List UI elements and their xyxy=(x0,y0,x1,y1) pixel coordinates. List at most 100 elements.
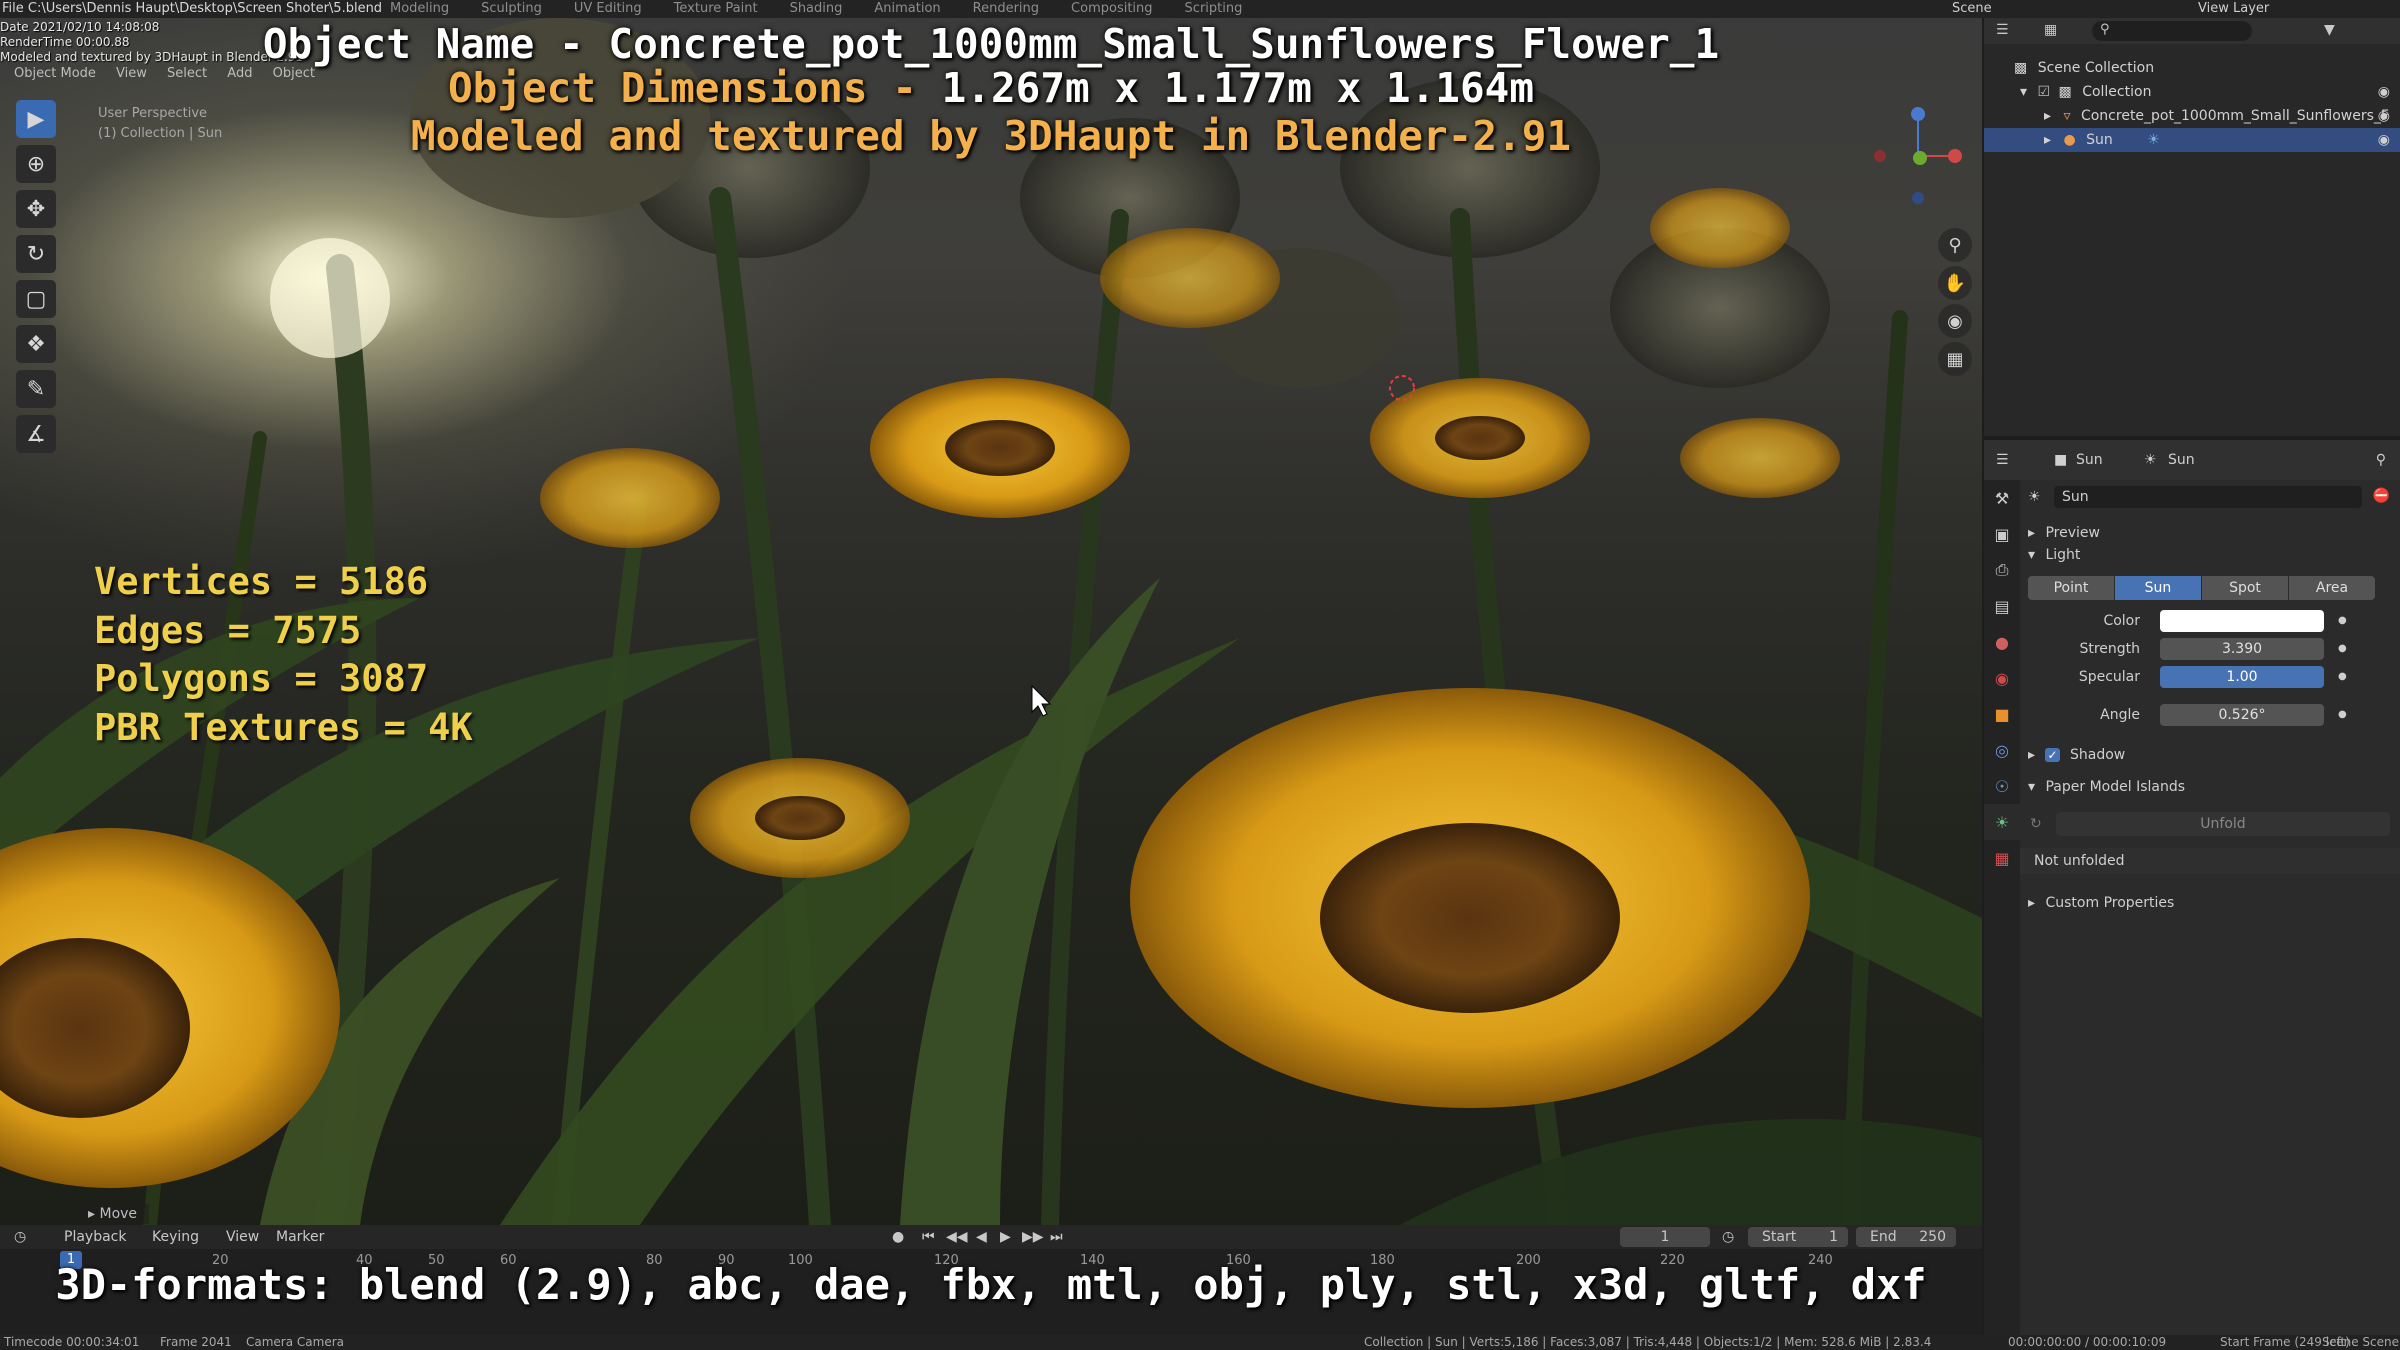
output-tab-icon[interactable]: ⎙ xyxy=(1984,552,2020,588)
datablock-name-field[interactable]: Sun xyxy=(2054,486,2362,508)
expand-chevron-icon[interactable]: ▾ xyxy=(2020,84,2027,100)
ortho-grid-icon[interactable]: ▦ xyxy=(1938,342,1972,376)
camera-view-icon[interactable]: ◉ xyxy=(1938,304,1972,338)
zoom-icon[interactable]: ⚲ xyxy=(1938,228,1972,262)
jump-end-icon[interactable]: ⏭ xyxy=(1050,1225,1063,1249)
physics-tab-icon[interactable]: ◎ xyxy=(1984,732,2020,768)
tab-scripting[interactable]: Scripting xyxy=(1185,1,1243,16)
tab-compositing[interactable]: Compositing xyxy=(1071,1,1153,16)
filter-icon[interactable]: ▼ xyxy=(2324,22,2335,38)
checkbox-icon[interactable]: ☑ xyxy=(2037,84,2050,100)
scene-selector[interactable]: Scene xyxy=(1952,0,1992,18)
annotate-tool-icon[interactable]: ✎ xyxy=(16,370,56,408)
sun-icon: ☀ xyxy=(2144,452,2157,468)
panel-custom-properties[interactable]: ▸ Custom Properties xyxy=(2020,892,2400,914)
unfold-button[interactable]: Unfold xyxy=(2056,812,2390,836)
collapsed-chevron-icon: ▸ xyxy=(2028,747,2036,763)
expand-chevron-icon[interactable]: ▸ xyxy=(2044,108,2051,124)
start-frame-field[interactable]: Start 1 xyxy=(1748,1227,1848,1247)
light-type-sun[interactable]: Sun xyxy=(2115,576,2201,600)
world-tab-icon[interactable]: ◉ xyxy=(1984,660,2020,696)
specular-slider[interactable]: 1.00 xyxy=(2160,666,2324,688)
outliner-row-sun[interactable]: ▸ ● Sun ☀ ◉ xyxy=(1984,128,2400,152)
keyframe-dot-icon[interactable]: ● xyxy=(2338,704,2347,726)
tab-sculpting[interactable]: Sculpting xyxy=(481,1,542,16)
outliner-row-scene-collection[interactable]: ▩ Scene Collection xyxy=(1984,56,2400,80)
render-tab-icon[interactable]: ▣ xyxy=(1984,516,2020,552)
scale-tool-icon[interactable]: ▢ xyxy=(16,280,56,318)
play-icon[interactable]: ▶ xyxy=(1000,1225,1011,1249)
keyframe-dot-icon[interactable]: ● xyxy=(2338,666,2347,688)
move-tool-icon[interactable]: ✥ xyxy=(16,190,56,228)
menu-marker[interactable]: Marker xyxy=(276,1225,324,1249)
tool-tab-icon[interactable]: ⚒ xyxy=(1984,480,2020,516)
expand-chevron-icon[interactable]: ▸ xyxy=(2044,132,2051,148)
end-frame-field[interactable]: End 250 xyxy=(1856,1227,1956,1247)
outliner-search-input[interactable] xyxy=(2092,21,2252,41)
editor-type-clock-icon[interactable]: ◷ xyxy=(14,1225,26,1249)
last-operator-panel[interactable]: ▸ Move xyxy=(80,1204,150,1224)
light-type-spot[interactable]: Spot xyxy=(2202,576,2288,600)
color-swatch[interactable] xyxy=(2160,610,2324,632)
3d-viewport[interactable]: Date 2021/02/10 14:08:08 RenderTime 00:0… xyxy=(0,18,1982,1225)
object-tab-icon[interactable]: ■ xyxy=(1984,696,2020,732)
fake-user-shield-icon[interactable]: ⛔ xyxy=(2373,488,2390,504)
tab-rendering[interactable]: Rendering xyxy=(973,1,1039,16)
tab-shading[interactable]: Shading xyxy=(790,1,843,16)
panel-light[interactable]: ▾ Light xyxy=(2020,544,2400,566)
editor-type-icon[interactable]: ☰ xyxy=(1996,440,2009,480)
timeline-header: ◷ Playback Keying View Marker ● ⏮ ◀◀ ◀ ▶… xyxy=(0,1225,1982,1249)
keyframe-dot-icon[interactable]: ● xyxy=(2338,610,2347,632)
panel-preview[interactable]: ▸ Preview xyxy=(2020,522,2400,544)
transform-tool-icon[interactable]: ❖ xyxy=(16,325,56,363)
pin-icon[interactable]: ⚲ xyxy=(2376,440,2386,480)
file-path-title[interactable]: File C:\Users\Dennis Haupt\Desktop\Scree… xyxy=(2,0,382,18)
editor-type-icon[interactable]: ☰ xyxy=(1996,22,2009,38)
rotate-tool-icon[interactable]: ↻ xyxy=(16,235,56,273)
breadcrumb-object[interactable]: Sun xyxy=(2076,440,2103,480)
measure-tool-icon[interactable]: ∡ xyxy=(16,415,56,453)
tab-modeling[interactable]: Modeling xyxy=(390,1,449,16)
light-type-point[interactable]: Point xyxy=(2028,576,2114,600)
menu-playback[interactable]: Playback xyxy=(64,1225,126,1249)
light-type-area[interactable]: Area xyxy=(2289,576,2375,600)
light-datablock-icon[interactable]: ☀ xyxy=(2028,489,2041,505)
outliner-row-collection[interactable]: ▾ ☑ ▩ Collection ◉ xyxy=(1984,80,2400,104)
visibility-eye-icon[interactable]: ◉ xyxy=(2378,128,2390,152)
record-icon[interactable]: ● xyxy=(892,1225,904,1249)
next-keyframe-icon[interactable]: ▶▶ xyxy=(1022,1225,1044,1249)
object-dimensions-caption: Object Dimensions - 1.267m x 1.177m x 1.… xyxy=(0,64,1982,112)
edges-count: Edges = 7575 xyxy=(94,608,362,652)
outliner-row-object[interactable]: ▸ ▿ Concrete_pot_1000mm_Small_Sunflowers… xyxy=(1984,104,2400,128)
panel-paper-model[interactable]: ▾ Paper Model Islands xyxy=(2020,776,2400,798)
panel-shadow[interactable]: ▸ ✓ Shadow xyxy=(2020,744,2400,766)
light-data-tab-icon[interactable]: ☀ xyxy=(1984,804,2020,840)
tab-texture-paint[interactable]: Texture Paint xyxy=(674,1,758,16)
angle-field[interactable]: 0.526° xyxy=(2160,704,2324,726)
keyframe-dot-icon[interactable]: ● xyxy=(2338,638,2347,660)
view-layer-selector[interactable]: View Layer xyxy=(2198,0,2269,18)
prev-keyframe-icon[interactable]: ◀◀ xyxy=(946,1225,968,1249)
texture-tab-icon[interactable]: ▦ xyxy=(1984,840,2020,876)
tab-animation[interactable]: Animation xyxy=(874,1,940,16)
breadcrumb-light-data[interactable]: Sun xyxy=(2168,440,2195,480)
pan-hand-icon[interactable]: ✋ xyxy=(1938,266,1972,300)
use-preview-range-icon[interactable]: ◷ xyxy=(1722,1225,1734,1249)
menu-keying[interactable]: Keying xyxy=(152,1225,199,1249)
refresh-icon[interactable]: ↻ xyxy=(2030,812,2042,836)
display-mode-icon[interactable]: ▦ xyxy=(2044,22,2057,38)
play-reverse-icon[interactable]: ◀ xyxy=(976,1225,987,1249)
constraints-tab-icon[interactable]: ☉ xyxy=(1984,768,2020,804)
jump-start-icon[interactable]: ⏮ xyxy=(922,1225,935,1249)
view-layer-tab-icon[interactable]: ▤ xyxy=(1984,588,2020,624)
strength-field[interactable]: 3.390 xyxy=(2160,638,2324,660)
menu-view[interactable]: View xyxy=(226,1225,259,1249)
collection-icon: ▩ xyxy=(2058,84,2072,100)
properties-header: ☰ ■ Sun ☀ Sun ⚲ xyxy=(1984,440,2400,480)
visibility-eye-icon[interactable]: ◉ xyxy=(2378,80,2390,104)
tab-uv-editing[interactable]: UV Editing xyxy=(574,1,642,16)
current-frame-field[interactable]: 1 xyxy=(1620,1227,1710,1247)
scene-tab-icon[interactable]: ● xyxy=(1984,624,2020,660)
shadow-checkbox[interactable]: ✓ xyxy=(2045,748,2060,762)
visibility-eye-icon[interactable]: ◉ xyxy=(2378,104,2390,128)
